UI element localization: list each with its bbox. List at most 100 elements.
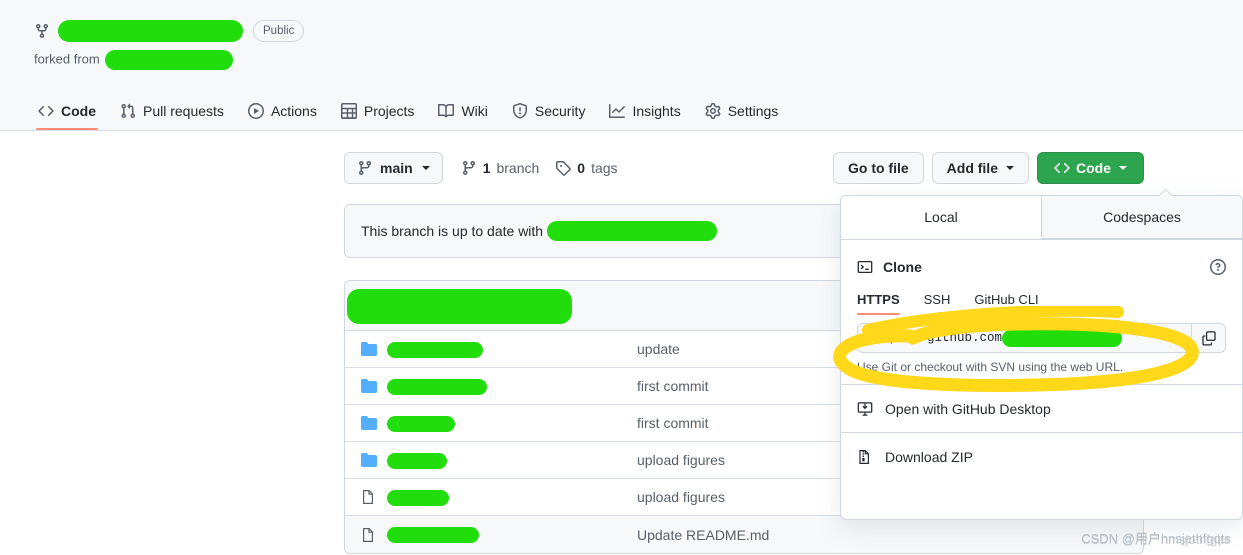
nav-item-label: Actions [270, 103, 317, 119]
file-name[interactable] [387, 414, 637, 432]
clone-title: Clone [883, 259, 922, 275]
graph-icon [609, 104, 626, 118]
nav-item-label: Pull requests [143, 103, 224, 119]
redaction-mark-file-name [387, 489, 449, 506]
tag-count[interactable]: 0 tags [555, 160, 618, 176]
nav-item-label: Projects [363, 103, 415, 119]
nav-item-code[interactable]: Code [28, 96, 106, 130]
code-panel-arrow [1160, 188, 1174, 196]
branch-selector-button[interactable]: main [344, 152, 443, 184]
tab-local[interactable]: Local [841, 196, 1042, 239]
repo-name[interactable] [58, 20, 243, 42]
repo-title-row: Public [34, 20, 305, 42]
commit-message[interactable]: upload figures [637, 489, 725, 505]
protocol-tabs: HTTPS SSH GitHub CLI [841, 292, 1242, 315]
redaction-mark-clone-url [1002, 329, 1123, 347]
nav-item-settings[interactable]: Settings [695, 96, 789, 130]
code-clone-panel: Local Codespaces Clone HTTPS SSH GitHub … [840, 195, 1243, 520]
question-icon[interactable] [1210, 259, 1226, 275]
folder-icon [361, 416, 377, 430]
copy-url-button[interactable] [1192, 323, 1226, 353]
protocol-tab-ssh[interactable]: SSH [924, 292, 951, 315]
clone-section-header: Clone [841, 244, 1242, 290]
chevron-down-icon [421, 166, 430, 170]
gear-icon [705, 103, 721, 119]
redaction-mark-file-name [387, 452, 447, 469]
clone-url-input[interactable]: https://github.com [857, 323, 1192, 353]
clone-url-row: https://github.com [841, 323, 1242, 353]
git-branch-icon [358, 161, 371, 176]
commit-message[interactable]: first commit [637, 415, 709, 431]
code-panel-tabs: Local Codespaces [841, 196, 1242, 240]
file-name[interactable] [387, 526, 637, 544]
commit-message[interactable]: upload figures [637, 452, 725, 468]
commit-message[interactable]: Update README.md [637, 527, 769, 543]
chevron-down-icon [1119, 166, 1127, 170]
repo-actions: Go to file Add file Code [832, 152, 1144, 184]
folder-icon [361, 379, 377, 393]
nav-item-projects[interactable]: Projects [331, 96, 425, 130]
nav-item-insights[interactable]: Insights [599, 96, 690, 130]
folder-icon [361, 453, 377, 467]
github-repo-page: Public forked from Code Pull requests Ac… [0, 0, 1243, 555]
file-name[interactable] [387, 488, 637, 506]
redaction-mark-file-name [387, 378, 487, 395]
nav-item-actions[interactable]: Actions [238, 96, 327, 130]
forked-from: forked from [34, 50, 234, 70]
nav-item-label: Wiki [461, 103, 488, 119]
branch-count[interactable]: 1 branch [461, 160, 540, 176]
repo-meta-counts: 1 branch 0 tags [461, 160, 618, 176]
nav-item-security[interactable]: Security [502, 96, 596, 130]
nav-item-pull-requests[interactable]: Pull requests [110, 96, 234, 130]
nav-item-label: Settings [727, 103, 779, 119]
shield-icon [512, 103, 527, 119]
file-name[interactable] [387, 377, 637, 395]
git-pull-request-icon [121, 103, 136, 119]
nav-item-wiki[interactable]: Wiki [428, 96, 497, 130]
copy-icon [1201, 331, 1216, 346]
commit-message[interactable]: update [637, 341, 680, 357]
repo-nav: Code Pull requests Actions Projects Wiki [26, 96, 790, 130]
redaction-mark-latest-commit [347, 289, 572, 324]
code-button[interactable]: Code [1037, 152, 1144, 184]
panel-item-label: Download ZIP [885, 448, 973, 465]
clone-url-value: https://github.com [867, 331, 1003, 345]
file-icon [363, 490, 373, 504]
add-file-button[interactable]: Add file [931, 152, 1029, 184]
panel-item-label: Open with GitHub Desktop [885, 400, 1051, 417]
csdn-watermark-ghost: CSDN @用户hmsjothfglts [1081, 532, 1231, 547]
branch-status-text: This branch is up to date with [361, 223, 544, 239]
nav-item-label: Security [534, 103, 586, 119]
git-branch-icon [462, 161, 475, 176]
redaction-mark-file-name [387, 341, 483, 358]
play-icon [247, 103, 264, 119]
branch-count-label: branch [496, 160, 540, 176]
file-name[interactable] [387, 451, 637, 469]
file-icon [363, 527, 373, 542]
commit-message[interactable]: first commit [637, 378, 709, 394]
desktop-download-icon [857, 401, 873, 416]
redaction-mark-fork-source [105, 50, 234, 70]
tag-count-label: tags [591, 160, 618, 176]
visibility-badge: Public [253, 20, 305, 42]
table-row[interactable]: Update README.md [345, 516, 1143, 553]
repo-header: Public forked from Code Pull requests Ac… [0, 0, 1243, 131]
tab-codespaces[interactable]: Codespaces [1042, 196, 1242, 239]
branch-name-label: main [380, 160, 413, 176]
redaction-mark-upstream-branch [547, 221, 718, 241]
file-name[interactable] [387, 340, 637, 358]
table-icon [340, 103, 357, 119]
protocol-tab-https[interactable]: HTTPS [857, 292, 900, 315]
redaction-mark-repo-name [58, 20, 243, 42]
nav-item-label: Insights [632, 103, 681, 119]
clone-url-help-text: Use Git or checkout with SVN using the w… [857, 360, 1124, 374]
code-button-label: Code [1076, 160, 1111, 176]
add-file-label: Add file [946, 160, 998, 176]
branch-count-value: 1 [482, 160, 491, 176]
protocol-tab-github-cli[interactable]: GitHub CLI [974, 292, 1038, 315]
download-zip-item[interactable]: Download ZIP [841, 432, 1242, 480]
go-to-file-button[interactable]: Go to file [832, 152, 924, 184]
chevron-down-icon [1006, 166, 1014, 170]
open-with-github-desktop-item[interactable]: Open with GitHub Desktop [841, 384, 1242, 432]
redaction-mark-file-name [387, 415, 455, 432]
